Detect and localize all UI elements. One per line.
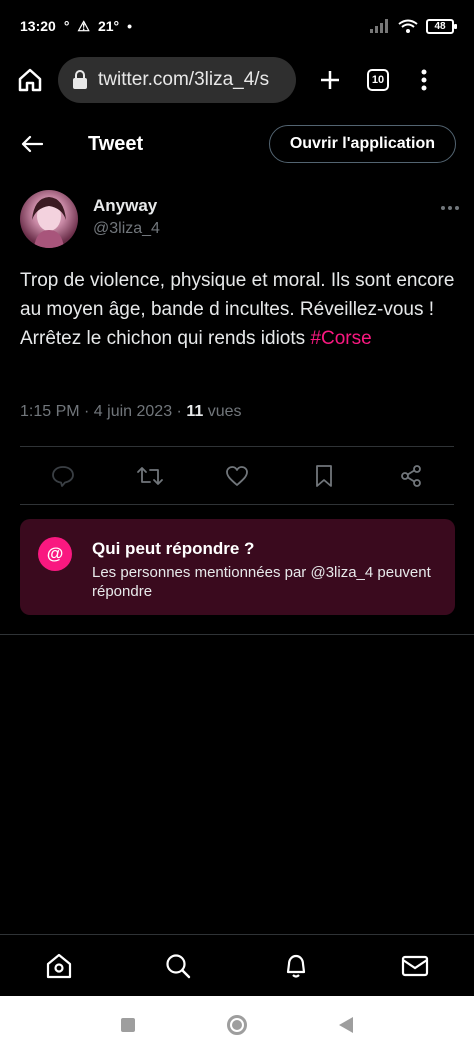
comment-icon: [52, 466, 75, 487]
nav-notifications[interactable]: [272, 942, 320, 990]
back-button[interactable]: [18, 126, 46, 162]
status-bar: 13:20 ° ⚠ 21° • 48: [0, 0, 474, 52]
wifi-icon: [398, 19, 418, 33]
lock-icon: [73, 70, 87, 89]
system-back-button[interactable]: [339, 1016, 353, 1033]
browser-menu-button[interactable]: [406, 62, 442, 98]
avatar-image: [32, 197, 66, 248]
bookmark-button[interactable]: [304, 456, 344, 496]
nav-home[interactable]: [35, 942, 83, 990]
divider: [20, 504, 454, 505]
tab-switcher-button[interactable]: 10: [360, 62, 396, 98]
recents-button[interactable]: [121, 1017, 135, 1032]
views-count: 11: [186, 403, 204, 420]
nav-search[interactable]: [154, 942, 202, 990]
tweet-author: Anyway @3liza_4: [20, 190, 460, 250]
bottom-navigation: [0, 934, 474, 996]
retweet-button[interactable]: [130, 456, 170, 496]
new-tab-button[interactable]: [312, 62, 348, 98]
url-text: twitter.com/3liza_4/s: [98, 69, 270, 90]
reply-card-title: Qui peut répondre ?: [92, 539, 255, 558]
address-bar[interactable]: twitter.com/3liza_4/s: [58, 57, 296, 103]
hashtag-link[interactable]: #Corse: [310, 328, 371, 349]
divider: [0, 634, 474, 635]
battery-icon: 48: [426, 18, 457, 34]
at-icon: @: [38, 537, 72, 571]
reply-restriction-card: @ Qui peut répondre ? Les personnes ment…: [20, 519, 455, 615]
more-options-button[interactable]: [440, 194, 460, 217]
bell-icon: [287, 954, 306, 978]
more-vertical-icon: [421, 69, 427, 91]
system-home-button[interactable]: [227, 1014, 247, 1035]
tweet-meta: 1:15 PM · 4 juin 2023 · 11 vues: [20, 403, 241, 421]
plus-icon: [321, 71, 339, 89]
tweet-actions: [20, 450, 454, 502]
share-icon: [400, 465, 421, 487]
status-temp: 21°: [97, 18, 120, 34]
page-title: Tweet: [88, 132, 144, 155]
views-label: vues: [207, 403, 242, 420]
house-icon: [47, 953, 72, 978]
author-name[interactable]: Anyway: [93, 196, 160, 216]
house-icon: [18, 68, 42, 92]
avatar[interactable]: [20, 190, 78, 248]
tweet-timestamp[interactable]: 1:15 PM · 4 juin 2023 ·: [20, 403, 186, 420]
tweet-body: Trop de violence, physique et moral. Ils…: [20, 270, 455, 349]
divider: [20, 446, 454, 447]
author-handle[interactable]: @3liza_4: [93, 220, 160, 238]
more-horizontal-icon: [441, 206, 459, 210]
open-app-button[interactable]: Ouvrir l'application: [268, 125, 456, 163]
system-navigation-bar: [0, 996, 474, 1053]
home-button[interactable]: [12, 62, 48, 98]
status-degree: °: [63, 18, 70, 34]
share-button[interactable]: [391, 456, 431, 496]
retweet-icon: [137, 467, 164, 485]
nav-messages[interactable]: [391, 942, 439, 990]
heart-icon: [226, 466, 248, 486]
browser-toolbar: twitter.com/3liza_4/s 10: [0, 52, 474, 108]
tab-count: 10: [367, 69, 389, 91]
magnifier-icon: [166, 953, 190, 978]
like-button[interactable]: [217, 456, 257, 496]
warning-icon: ⚠: [77, 17, 90, 34]
reply-card-description: Les personnes mentionnées par @3liza_4 p…: [92, 564, 431, 600]
reply-button[interactable]: [43, 456, 83, 496]
status-time: 13:20: [20, 18, 56, 34]
envelope-icon: [401, 955, 428, 976]
tweet-text: Trop de violence, physique et moral. Ils…: [20, 266, 456, 353]
bookmark-icon: [315, 465, 332, 487]
signal-icon: [370, 19, 388, 33]
dot-icon: •: [127, 18, 133, 34]
tweet-header: Tweet Ouvrir l'application: [0, 118, 474, 170]
arrow-left-icon: [21, 135, 43, 153]
